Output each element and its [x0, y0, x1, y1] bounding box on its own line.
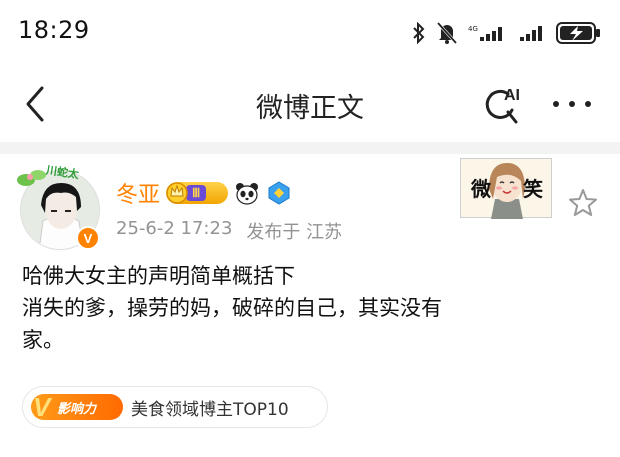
signal-bars-icon: 4G [468, 25, 502, 41]
ai-search-icon: AI [485, 87, 520, 124]
svg-text:4G: 4G [468, 25, 478, 33]
panda-icon[interactable] [234, 180, 260, 206]
influence-v-mark: V [33, 392, 51, 422]
influence-badge: V 影响力 [31, 392, 123, 422]
status-time: 18:29 [18, 16, 90, 44]
ai-label: AI [504, 87, 520, 104]
crown-icon [166, 182, 188, 204]
content-line: 哈佛大女主的声明简单概括下 [22, 264, 295, 288]
mute-bell-icon [436, 21, 458, 45]
post-timestamp: 25-6-2 17:23 [116, 218, 233, 239]
smile-sticker: 微 笑 [460, 158, 552, 219]
sticker-char-1: 微 [471, 177, 491, 201]
verified-badge: V [76, 226, 100, 250]
gem-medal-icon[interactable] [266, 180, 292, 206]
post-meta: 25-6-2 17:23 发布于 江苏 [116, 218, 342, 244]
author-avatar[interactable]: 川蛇太 V [17, 164, 102, 252]
influence-tag[interactable]: V 影响力 美食领域博主TOP10 [22, 386, 328, 428]
status-bar: 18:29 4G [0, 0, 620, 66]
signal-bars-icon [520, 26, 542, 41]
influence-text: 美食领域博主TOP10 [131, 399, 289, 420]
level-label: Ⅲ [186, 185, 207, 201]
battery-charging-icon [556, 22, 600, 44]
post-location: 发布于 江苏 [246, 222, 343, 243]
status-icons: 4G [412, 18, 602, 48]
content-line: 家。 [22, 328, 64, 352]
more-button[interactable] [550, 94, 594, 114]
ellipsis-icon [553, 101, 591, 107]
content-line: 消失的爹，操劳的妈，破碎的自己，其实没有 [22, 296, 442, 320]
sticker-char-2: 笑 [523, 177, 543, 201]
username[interactable]: 冬亚 [116, 177, 160, 209]
weibo-post: 川蛇太 V 冬亚 Ⅲ 25-6-2 17:23 发布于 江苏 微 笑 哈佛大女主… [0, 154, 620, 457]
bluetooth-icon [413, 22, 425, 44]
member-level-badge[interactable]: Ⅲ [166, 182, 229, 204]
section-divider [0, 142, 620, 154]
nav-bar: 微博正文 AI [0, 66, 620, 142]
star-outline-icon [569, 189, 597, 216]
ai-search-button[interactable]: AI [478, 80, 528, 130]
author-row: 冬亚 Ⅲ [116, 178, 292, 208]
influence-badge-label: 影响力 [57, 401, 97, 417]
favorite-button[interactable] [566, 186, 600, 220]
post-content: 哈佛大女主的声明简单概括下 消失的爹，操劳的妈，破碎的自己，其实没有 家。 [22, 260, 582, 356]
